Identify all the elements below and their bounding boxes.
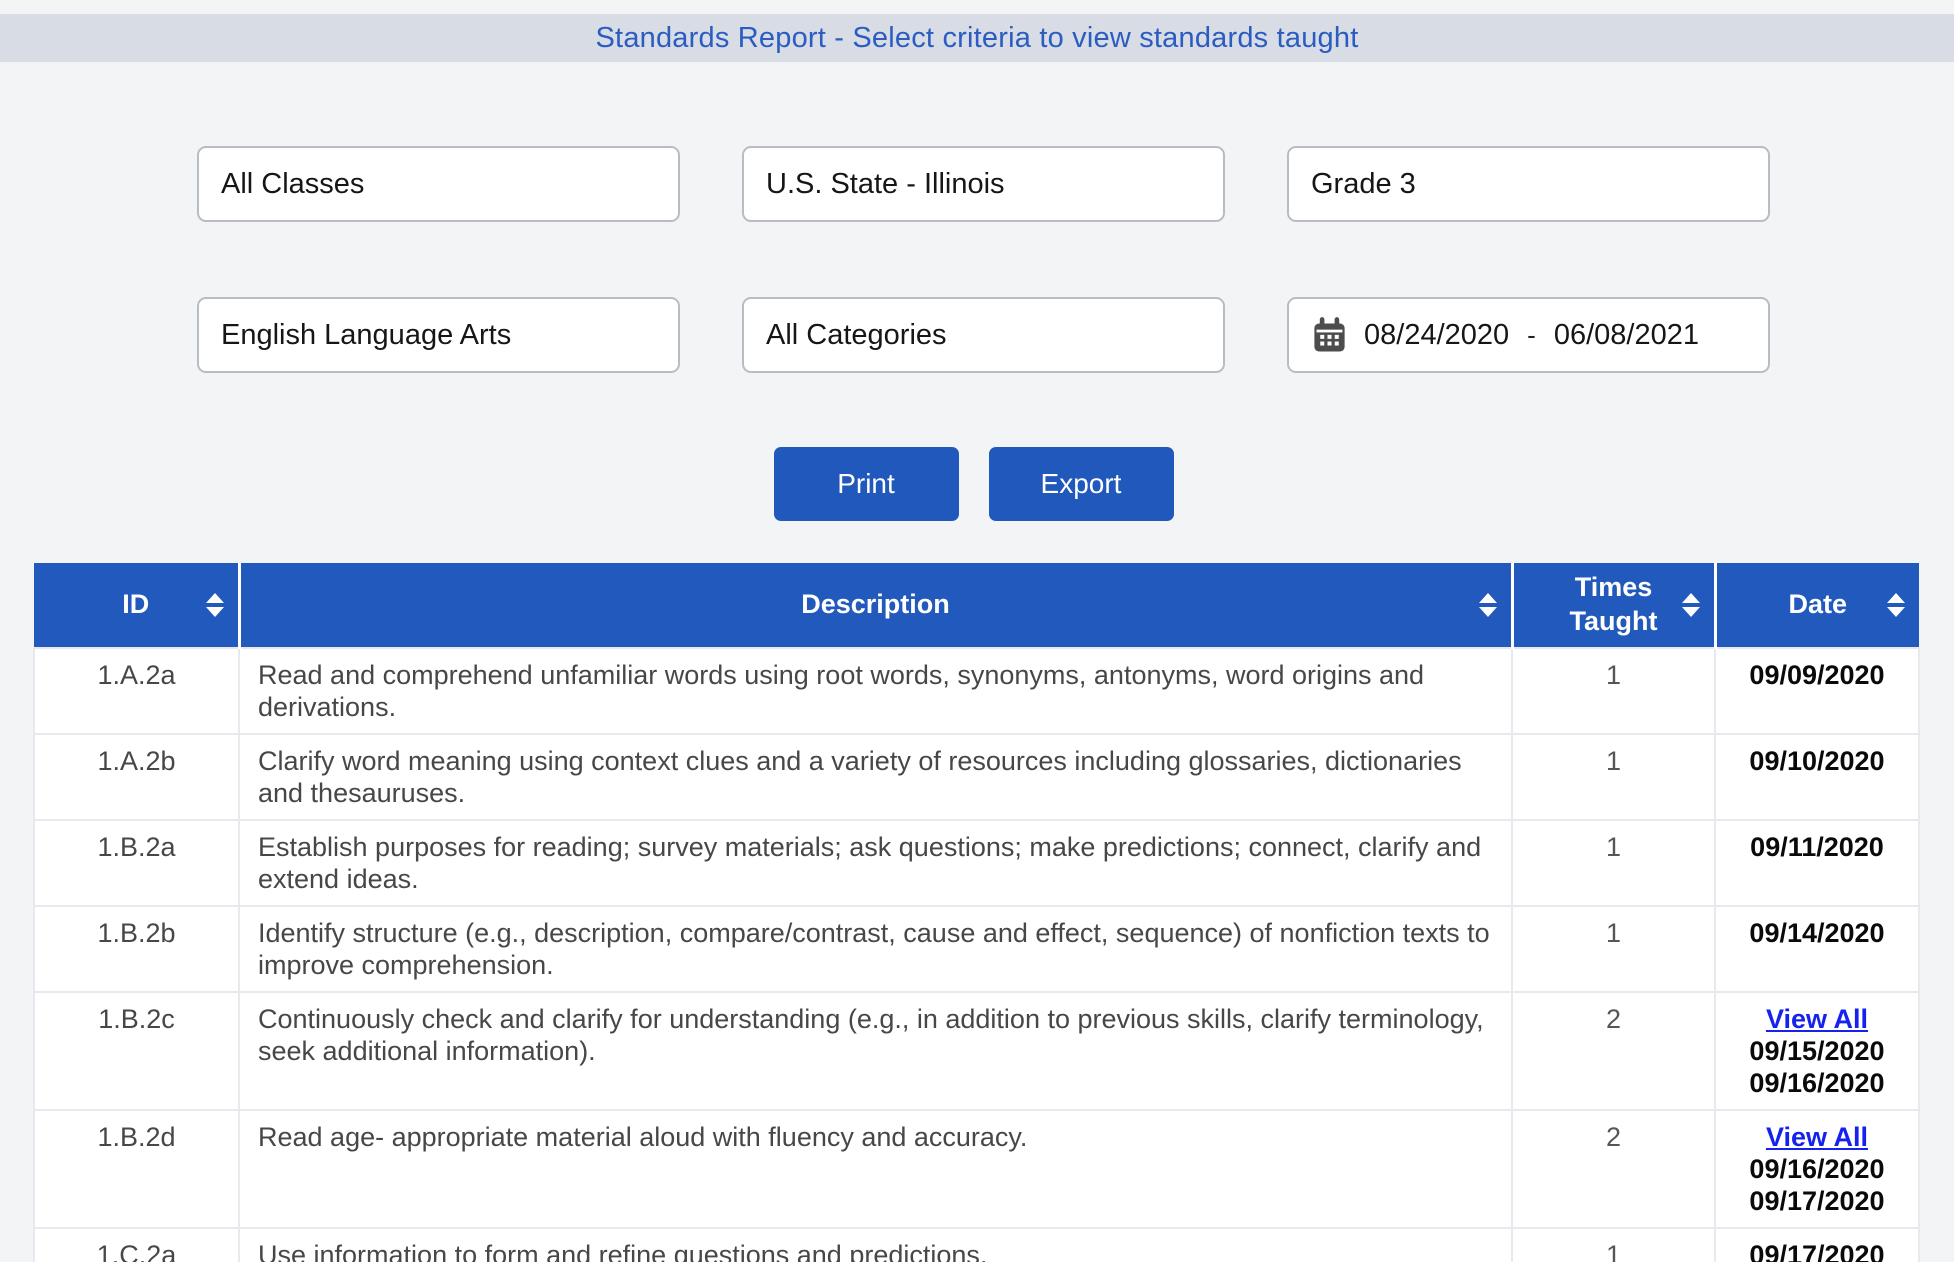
calendar-icon [1311, 317, 1348, 354]
date-value: 09/15/2020 [1730, 1035, 1904, 1067]
times-taught-value: 2 [1512, 992, 1715, 1110]
times-taught-value: 1 [1512, 734, 1715, 820]
date-value: 09/16/2020 [1730, 1153, 1904, 1185]
standard-id: 1.B.2a [34, 820, 239, 906]
date-range-start: 08/24/2020 [1364, 319, 1509, 352]
date-range-separator: - [1525, 320, 1538, 351]
print-button[interactable]: Print [774, 447, 959, 521]
date-value: 09/17/2020 [1730, 1185, 1904, 1217]
standard-id: 1.A.2a [34, 648, 239, 734]
standard-id: 1.C.2a [34, 1228, 239, 1262]
column-header-description[interactable]: Description [239, 563, 1512, 648]
date-cell: View All09/15/202009/16/2020 [1715, 992, 1919, 1110]
date-range-picker[interactable]: 08/24/2020 - 06/08/2021 [1287, 297, 1770, 373]
standard-description: Read and comprehend unfamiliar words usi… [239, 648, 1512, 734]
table-row: 1.B.2a Establish purposes for reading; s… [34, 820, 1919, 906]
standard-description: Read age- appropriate material aloud wit… [239, 1110, 1512, 1228]
filter-panel: All Classes U.S. State - Illinois Grade … [197, 146, 1954, 373]
classes-select[interactable]: All Classes [197, 146, 680, 222]
date-value: 09/11/2020 [1730, 831, 1904, 863]
date-cell: 09/10/2020 [1715, 734, 1919, 820]
table-row: 1.A.2b Clarify word meaning using contex… [34, 734, 1919, 820]
action-button-row: Print Export [0, 447, 1947, 521]
column-header-description-label: Description [801, 589, 950, 619]
times-taught-value: 1 [1512, 1228, 1715, 1262]
standard-description: Identify structure (e.g., description, c… [239, 906, 1512, 992]
date-cell: View All09/16/202009/17/2020 [1715, 1110, 1919, 1228]
sort-icon [1479, 593, 1497, 617]
standard-description: Clarify word meaning using context clues… [239, 734, 1512, 820]
standard-id: 1.B.2b [34, 906, 239, 992]
times-taught-value: 1 [1512, 820, 1715, 906]
column-header-id[interactable]: ID [34, 563, 239, 648]
date-value: 09/16/2020 [1730, 1067, 1904, 1099]
state-select-value: U.S. State - Illinois [766, 168, 1005, 201]
view-all-link[interactable]: View All [1730, 1003, 1904, 1035]
grade-select[interactable]: Grade 3 [1287, 146, 1770, 222]
state-select[interactable]: U.S. State - Illinois [742, 146, 1225, 222]
standard-description: Continuously check and clarify for under… [239, 992, 1512, 1110]
date-range-end: 06/08/2021 [1554, 319, 1699, 352]
subject-select-value: English Language Arts [221, 319, 511, 352]
times-taught-value: 1 [1512, 906, 1715, 992]
standard-description: Use information to form and refine quest… [239, 1228, 1512, 1262]
date-cell: 09/14/2020 [1715, 906, 1919, 992]
standard-id: 1.B.2c [34, 992, 239, 1110]
standard-description: Establish purposes for reading; survey m… [239, 820, 1512, 906]
classes-select-value: All Classes [221, 168, 364, 201]
subject-select[interactable]: English Language Arts [197, 297, 680, 373]
table-row: 1.A.2a Read and comprehend unfamiliar wo… [34, 648, 1919, 734]
page-title: Standards Report - Select criteria to vi… [596, 22, 1359, 55]
date-value: 09/17/2020 [1730, 1239, 1904, 1262]
date-value: 09/14/2020 [1730, 917, 1904, 949]
date-cell: 09/09/2020 [1715, 648, 1919, 734]
date-cell: 09/17/2020 [1715, 1228, 1919, 1262]
table-header-row: ID Description Times Taught Date [34, 563, 1919, 648]
standard-id: 1.B.2d [34, 1110, 239, 1228]
column-header-date-label: Date [1788, 589, 1847, 619]
column-header-times-taught-label: Times Taught [1570, 572, 1658, 636]
category-select-value: All Categories [766, 319, 947, 352]
export-button[interactable]: Export [989, 447, 1174, 521]
standards-table: ID Description Times Taught Date 1.A.2a [33, 563, 1920, 1262]
sort-icon [1682, 593, 1700, 617]
category-select[interactable]: All Categories [742, 297, 1225, 373]
table-row: 1.B.2b Identify structure (e.g., descrip… [34, 906, 1919, 992]
title-band: Standards Report - Select criteria to vi… [0, 14, 1954, 62]
date-cell: 09/11/2020 [1715, 820, 1919, 906]
standard-id: 1.A.2b [34, 734, 239, 820]
column-header-id-label: ID [122, 589, 149, 619]
table-row: 1.B.2c Continuously check and clarify fo… [34, 992, 1919, 1110]
sort-icon [1887, 593, 1905, 617]
table-body: 1.A.2a Read and comprehend unfamiliar wo… [34, 648, 1919, 1262]
date-value: 09/09/2020 [1730, 659, 1904, 691]
table-row: 1.C.2a Use information to form and refin… [34, 1228, 1919, 1262]
date-value: 09/10/2020 [1730, 745, 1904, 777]
times-taught-value: 1 [1512, 648, 1715, 734]
sort-icon [206, 593, 224, 617]
view-all-link[interactable]: View All [1730, 1121, 1904, 1153]
table-row: 1.B.2d Read age- appropriate material al… [34, 1110, 1919, 1228]
standards-table-wrap: ID Description Times Taught Date 1.A.2a [33, 563, 1918, 1262]
grade-select-value: Grade 3 [1311, 168, 1416, 201]
column-header-times-taught[interactable]: Times Taught [1512, 563, 1715, 648]
times-taught-value: 2 [1512, 1110, 1715, 1228]
column-header-date[interactable]: Date [1715, 563, 1919, 648]
